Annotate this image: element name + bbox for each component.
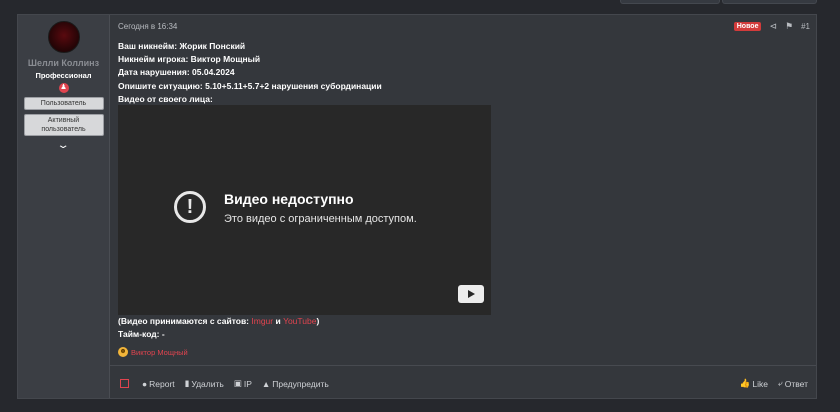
forum-post: Шелли Коллинз Профессионал ♟ Пользовател… [17, 14, 817, 399]
user-banner-active: Активный пользователь [23, 114, 104, 136]
report-icon: ● [142, 378, 148, 389]
youtube-play-icon[interactable] [458, 285, 484, 303]
post-date[interactable]: Сегодня в 16:34 [118, 22, 177, 31]
user-banner-user: Пользователь [23, 97, 104, 110]
author-name[interactable]: Шелли Коллинз [28, 58, 99, 68]
top-tab-left [620, 0, 720, 4]
post-number[interactable]: #1 [801, 22, 810, 31]
warning-icon: ▲ [261, 378, 271, 389]
report-button[interactable]: ● Report [142, 378, 175, 389]
imgur-link[interactable]: Imgur [251, 316, 273, 326]
reaction-bar[interactable]: ☻ Виктор Мощный [118, 347, 188, 357]
post-main: Сегодня в 16:34 Новое ⊲ ⚑ #1 Ваш никнейм… [110, 15, 816, 398]
alert-icon: ! [174, 191, 206, 223]
top-tab-right [722, 0, 817, 4]
select-checkbox[interactable] [120, 379, 129, 388]
smile-icon: ☻ [118, 347, 128, 357]
post-body: Ваш никнейм: Жорик Понский Никнейм игрок… [118, 40, 382, 106]
thumbs-up-icon: 👍 [739, 378, 751, 388]
ip-icon: ▣ [233, 378, 242, 388]
ip-button[interactable]: ▣ IP [234, 378, 252, 389]
video-unavailable-title: Видео недоступно [224, 191, 354, 207]
share-icon[interactable]: ⊲ [769, 21, 777, 32]
bookmark-icon[interactable]: ⚑ [785, 21, 793, 32]
nickname-line: Ваш никнейм: Жорик Понский [118, 41, 246, 51]
reply-icon: ⤶ [777, 378, 783, 388]
post-author-sidebar: Шелли Коллинз Профессионал ♟ Пользовател… [18, 15, 110, 398]
user-role-icon: ♟ [58, 83, 69, 93]
like-button[interactable]: 👍 Like [740, 378, 768, 389]
youtube-link[interactable]: YouTube [283, 316, 316, 326]
player-line: Никнейм игрока: Виктор Мощный [118, 54, 261, 65]
chevron-down-icon[interactable]: ⌄ [57, 140, 70, 151]
video-embed[interactable]: ! Видео недоступно Это видео с ограничен… [118, 105, 491, 315]
sites-line: (Видео принимаются с сайтов: Imgur и You… [118, 316, 320, 326]
trash-icon: ▮ [184, 378, 190, 388]
post-footer: ● Report ▮ Удалить ▣ IP ▲ Предупредить 👍 Like… [110, 365, 816, 400]
video-unavailable-subtitle: Это видео с ограниченным доступом. [224, 213, 417, 225]
reply-button[interactable]: ⤶ Ответ [778, 378, 808, 389]
author-title: Профессионал [35, 71, 92, 80]
post-meta-actions: Новое ⊲ ⚑ #1 [733, 21, 810, 32]
warn-button[interactable]: ▲ Предупредить [262, 378, 329, 389]
delete-button[interactable]: ▮ Удалить [185, 378, 224, 389]
new-badge: Новое [733, 22, 762, 31]
date-line: Дата нарушения: 05.04.2024 [118, 67, 235, 78]
timecode-line: Тайм-код: - [118, 329, 165, 339]
situation-line: Опишите ситуацию: 5.10+5.11+5.7+2 наруше… [118, 80, 382, 91]
reaction-user[interactable]: Виктор Мощный [131, 348, 188, 357]
post-actions-right: 👍 Like ⤶ Ответ [740, 378, 808, 389]
avatar[interactable] [47, 21, 80, 53]
post-actions-left: ● Report ▮ Удалить ▣ IP ▲ Предупредить [142, 378, 329, 389]
